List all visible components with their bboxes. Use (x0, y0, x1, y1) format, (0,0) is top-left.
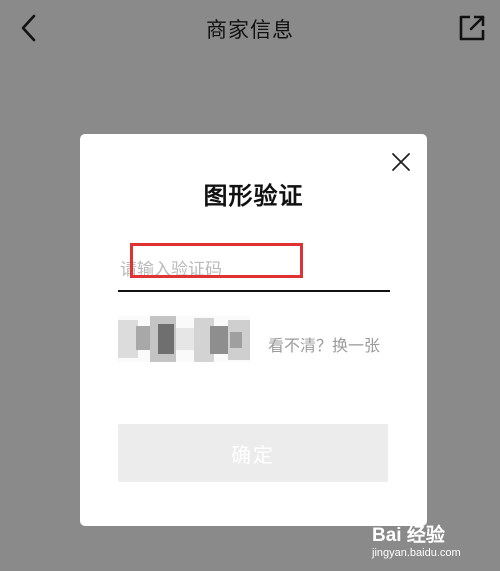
captcha-input[interactable] (118, 250, 390, 292)
top-bar: 商家信息 (0, 0, 500, 58)
external-link-icon (459, 15, 485, 41)
refresh-captcha-link[interactable]: 看不清？换一张 (268, 332, 380, 356)
close-icon (392, 153, 410, 171)
page-title: 商家信息 (206, 18, 294, 42)
watermark-url: jingyan.baidu.com (372, 547, 461, 559)
dialog-title: 图形验证 (203, 182, 304, 210)
confirm-button[interactable]: 确定 (118, 424, 388, 482)
watermark: Bai 经验 jingyan.baidu.com (372, 520, 472, 566)
close-button[interactable] (390, 151, 412, 173)
captcha-dialog: 图形验证 看不清？换一张 确定 (80, 134, 427, 526)
share-button[interactable] (458, 14, 486, 42)
captcha-image[interactable] (118, 316, 250, 362)
watermark-logo-text: Bai 经验 (372, 525, 445, 546)
